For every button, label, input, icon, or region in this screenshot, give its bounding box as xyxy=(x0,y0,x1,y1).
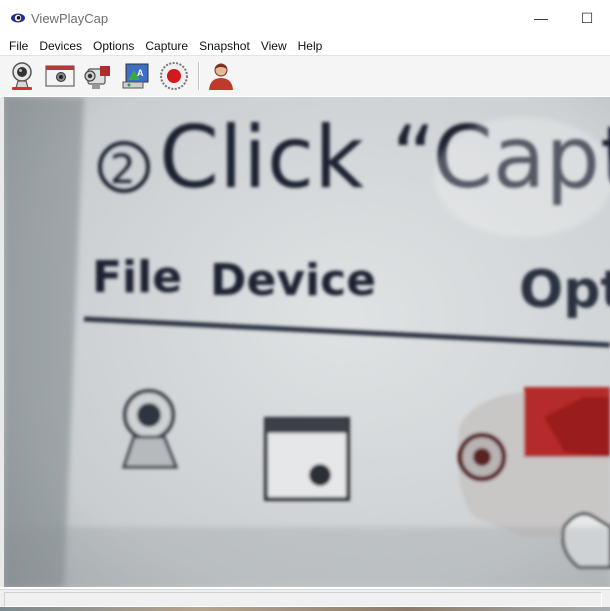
app-window: ViewPlayCap — ☐ File Devices Options Cap… xyxy=(0,0,610,611)
webcam-icon xyxy=(12,62,32,90)
video-window-icon xyxy=(45,65,75,87)
svg-text:A: A xyxy=(137,68,144,78)
user-icon xyxy=(209,63,233,90)
desktop-background xyxy=(0,607,610,611)
video-menu-opt: Opt xyxy=(519,260,610,320)
capture-screen-icon: A xyxy=(122,63,149,89)
record-icon xyxy=(160,62,188,90)
user-button[interactable] xyxy=(204,59,238,93)
menu-snapshot[interactable]: Snapshot xyxy=(195,39,255,53)
maximize-button[interactable]: ☐ xyxy=(564,4,610,32)
video-preview: 2 Click “Capt File Device Opt xyxy=(4,97,610,587)
capture-still-button[interactable]: A xyxy=(119,59,153,93)
preview-button[interactable] xyxy=(43,59,77,93)
status-panel xyxy=(4,592,602,607)
status-bar xyxy=(0,589,610,607)
window-title: ViewPlayCap xyxy=(31,11,109,26)
menu-bar: File Devices Options Capture Snapshot Vi… xyxy=(0,36,610,56)
eye-app-icon xyxy=(11,13,25,23)
capture-video-button[interactable] xyxy=(81,59,115,93)
video-menu-device: Device xyxy=(210,255,376,306)
toolbar: A xyxy=(0,56,610,96)
menu-file[interactable]: File xyxy=(5,39,33,53)
record-button[interactable] xyxy=(157,59,191,93)
menu-devices[interactable]: Devices xyxy=(35,39,87,53)
menu-help[interactable]: Help xyxy=(294,39,328,53)
camcorder-icon xyxy=(84,66,110,89)
minimize-button[interactable]: — xyxy=(518,4,564,32)
menu-capture[interactable]: Capture xyxy=(141,39,193,53)
toolbar-separator xyxy=(198,62,200,90)
camera-feed: 2 Click “Capt File Device Opt xyxy=(4,97,610,587)
step-number: 2 xyxy=(110,147,135,193)
title-bar[interactable]: ViewPlayCap — ☐ xyxy=(0,0,610,36)
menu-view[interactable]: View xyxy=(257,39,292,53)
select-device-button[interactable] xyxy=(5,59,39,93)
menu-options[interactable]: Options xyxy=(89,39,139,53)
video-menu-file: File xyxy=(92,252,182,303)
